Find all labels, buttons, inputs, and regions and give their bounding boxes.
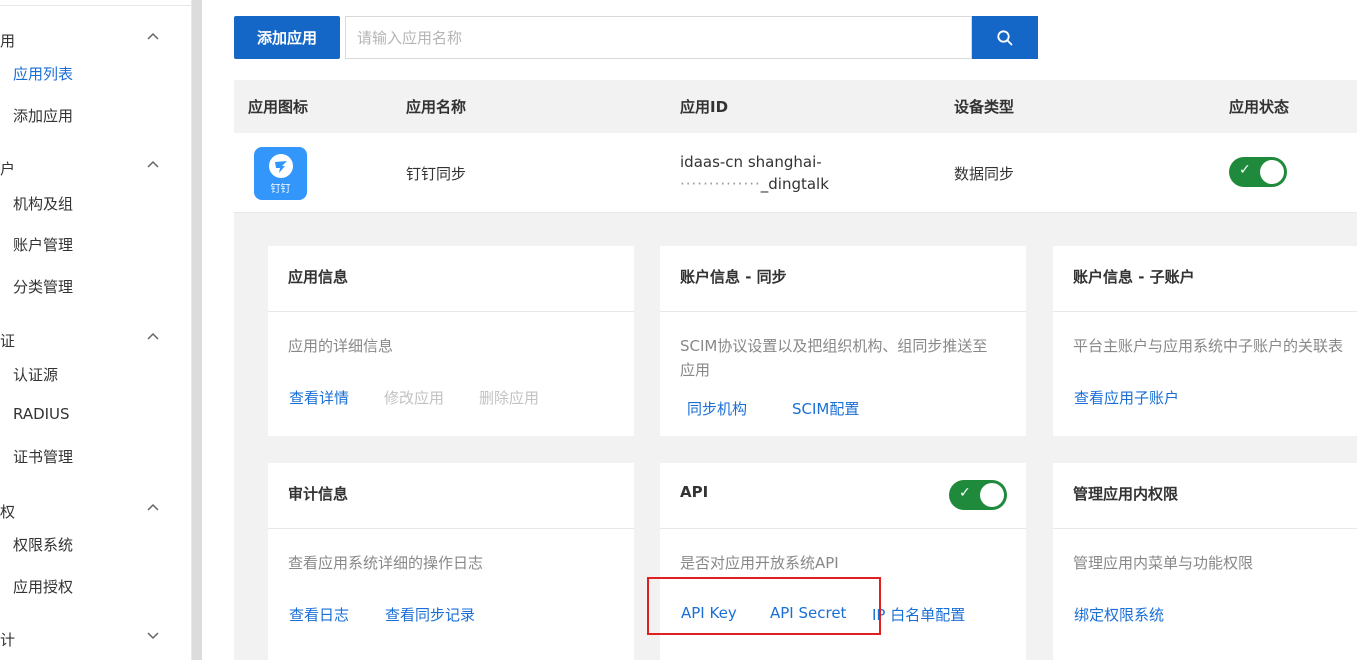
- toggle-knob: [980, 483, 1004, 507]
- card-title: API: [680, 483, 709, 501]
- sidebar-item-category-mgmt[interactable]: 分类管理: [13, 276, 73, 297]
- sidebar-group-label: 用: [0, 32, 16, 50]
- card-app-info: 应用信息 应用的详细信息 查看详情 修改应用 删除应用: [268, 246, 634, 436]
- view-sync-records-link[interactable]: 查看同步记录: [385, 604, 475, 625]
- col-header-status: 应用状态: [1229, 98, 1290, 116]
- check-icon: ✓: [1239, 162, 1251, 178]
- card-desc: 平台主账户与应用系统中子账户的关联表: [1073, 337, 1344, 355]
- sidebar-item-auth-source[interactable]: 认证源: [13, 364, 58, 385]
- card-desc: SCIM协议设置以及把组织机构、组同步推送至 应用: [680, 334, 987, 382]
- chevron-up-icon: [147, 332, 159, 340]
- sidebar-group-label: 户: [0, 160, 16, 178]
- sidebar-top-divider: [0, 0, 192, 6]
- card-title: 审计信息: [288, 485, 349, 503]
- view-logs-link[interactable]: 查看日志: [289, 604, 349, 625]
- view-details-link[interactable]: 查看详情: [289, 387, 349, 408]
- card-desc-line1: SCIM协议设置以及把组织机构、组同步推送至: [680, 337, 988, 355]
- card-desc-line2: 应用: [680, 361, 711, 379]
- sidebar-group-permissions[interactable]: 权: [0, 497, 192, 527]
- card-desc: 查看应用系统详细的操作日志: [288, 554, 484, 572]
- sidebar-group-auth[interactable]: 证: [0, 326, 192, 356]
- card-divider: [268, 528, 634, 529]
- col-header-icon: 应用图标: [248, 98, 309, 116]
- card-divider: [660, 528, 1026, 529]
- scim-config-link[interactable]: SCIM配置: [792, 398, 859, 419]
- sidebar-item-perm-system[interactable]: 权限系统: [13, 534, 73, 555]
- toggle-knob: [1260, 160, 1284, 184]
- chevron-up-icon: [147, 32, 159, 40]
- bind-perm-system-link[interactable]: 绑定权限系统: [1074, 604, 1164, 625]
- sidebar-group-label: 证: [0, 332, 16, 350]
- app-id-masked: ··············: [680, 175, 761, 193]
- card-title: 账户信息 - 同步: [680, 268, 787, 286]
- chevron-up-icon: [147, 160, 159, 168]
- edit-app-link[interactable]: 修改应用: [384, 387, 444, 408]
- sidebar-group-accounts[interactable]: 户: [0, 154, 192, 184]
- card-account-sync: 账户信息 - 同步 SCIM协议设置以及把组织机构、组同步推送至 应用 同步机构…: [660, 246, 1026, 436]
- sidebar-group-audit[interactable]: 计: [0, 625, 192, 655]
- col-header-device: 设备类型: [954, 98, 1015, 116]
- check-icon: ✓: [959, 485, 971, 501]
- sidebar-item-account-mgmt[interactable]: 账户管理: [13, 234, 73, 255]
- sidebar-item-app-list[interactable]: 应用列表: [13, 63, 73, 84]
- table-row[interactable]: 钉钉 钉钉同步 idaas-cn shanghai- ·············…: [234, 133, 1357, 213]
- card-divider: [1053, 528, 1357, 529]
- table-header: 应用图标 应用名称 应用ID 设备类型 应用状态: [234, 80, 1357, 133]
- col-header-name: 应用名称: [406, 98, 467, 116]
- view-sub-accounts-link[interactable]: 查看应用子账户: [1074, 387, 1179, 408]
- card-permissions: 管理应用内权限 管理应用内菜单与功能权限 绑定权限系统: [1053, 463, 1357, 660]
- sidebar-group-label: 权: [0, 503, 16, 521]
- app-icon-label: 钉钉: [270, 183, 291, 195]
- sync-orgs-link[interactable]: 同步机构: [687, 398, 747, 419]
- dingtalk-app-icon: 钉钉: [254, 147, 307, 200]
- sidebar-splitter[interactable]: [192, 0, 202, 660]
- sidebar: 用 应用列表 添加应用 户 机构及组 账户管理 分类管理 证 认证源 RADIU…: [0, 0, 192, 660]
- add-app-button[interactable]: 添加应用: [234, 16, 340, 59]
- sidebar-item-orgs-groups[interactable]: 机构及组: [13, 193, 73, 214]
- chevron-down-icon: [147, 632, 159, 640]
- card-desc: 是否对应用开放系统API: [680, 554, 839, 572]
- app-id-suffix: _dingtalk: [760, 175, 829, 193]
- sidebar-item-add-app[interactable]: 添加应用: [13, 105, 73, 126]
- col-header-id: 应用ID: [680, 98, 729, 116]
- api-toggle[interactable]: ✓: [949, 480, 1007, 510]
- card-divider: [1053, 311, 1357, 312]
- app-name: 钉钉同步: [406, 165, 467, 183]
- device-type: 数据同步: [954, 165, 1015, 183]
- app-id-line1: idaas-cn shanghai-: [680, 153, 822, 171]
- card-divider: [268, 311, 634, 312]
- sidebar-group-label: 计: [0, 631, 16, 649]
- card-desc: 应用的详细信息: [288, 337, 394, 355]
- search-icon: [997, 29, 1013, 45]
- app-id-line2: ··············_dingtalk: [680, 173, 829, 195]
- highlight-box: [647, 577, 881, 635]
- card-divider: [660, 311, 1026, 312]
- card-audit: 审计信息 查看应用系统详细的操作日志 查看日志 查看同步记录: [268, 463, 634, 660]
- ip-whitelist-link[interactable]: IP 白名单配置: [872, 604, 965, 625]
- sidebar-item-cert-mgmt[interactable]: 证书管理: [13, 446, 73, 467]
- app-status-toggle[interactable]: ✓: [1229, 157, 1287, 187]
- card-title: 应用信息: [288, 268, 349, 286]
- sidebar-item-radius[interactable]: RADIUS: [13, 405, 70, 423]
- delete-app-link[interactable]: 删除应用: [479, 387, 539, 408]
- sidebar-item-app-auth[interactable]: 应用授权: [13, 576, 73, 597]
- card-title: 管理应用内权限: [1073, 485, 1179, 503]
- dingtalk-logo-icon: [268, 153, 293, 178]
- card-sub-account: 账户信息 - 子账户 平台主账户与应用系统中子账户的关联表 查看应用子账户: [1053, 246, 1357, 436]
- main-content: 添加应用 应用图标 应用名称 应用ID 设备类型 应用状态 钉钉 钉钉同步 id…: [202, 0, 1357, 660]
- sidebar-group-apps[interactable]: 用: [0, 26, 192, 56]
- search-input[interactable]: [345, 16, 972, 59]
- card-title: 账户信息 - 子账户: [1073, 268, 1195, 286]
- chevron-up-icon: [147, 503, 159, 511]
- search-button[interactable]: [972, 16, 1038, 59]
- app-id: idaas-cn shanghai- ··············_dingta…: [680, 151, 829, 195]
- card-desc: 管理应用内菜单与功能权限: [1073, 554, 1254, 572]
